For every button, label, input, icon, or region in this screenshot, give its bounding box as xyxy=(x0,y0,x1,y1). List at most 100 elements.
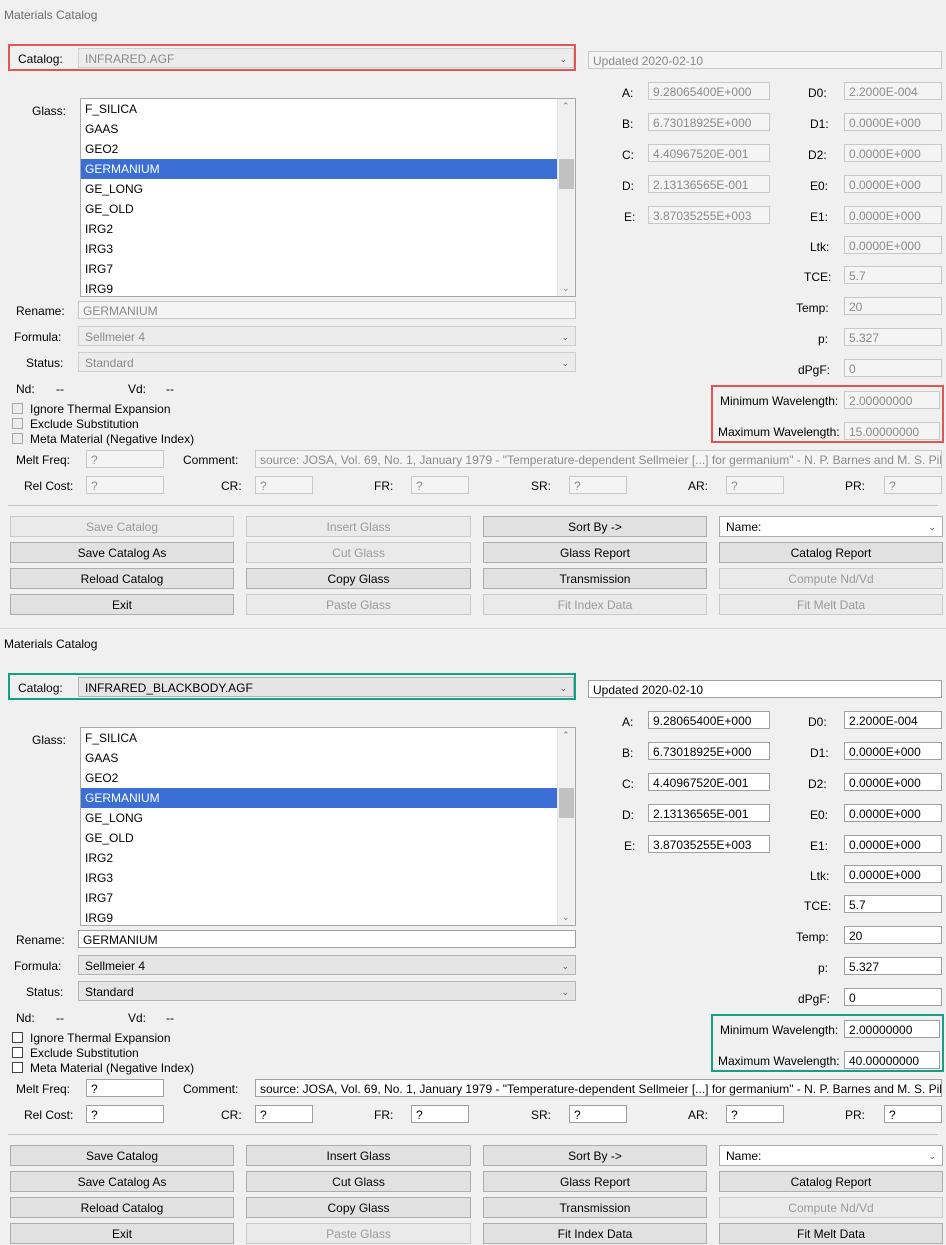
glass-list-item[interactable]: GEO2 xyxy=(81,139,575,159)
glass-list[interactable]: F_SILICA GAAS GEO2 GERMANIUM GE_LONG GE_OLD IR… xyxy=(80,98,576,297)
glass-report-button[interactable]: Glass Report xyxy=(483,1171,707,1192)
sort-by-button[interactable]: Sort By -> xyxy=(483,516,707,537)
e1-input[interactable]: 0.0000E+000 xyxy=(844,835,942,853)
ltk-input[interactable]: 0.0000E+000 xyxy=(844,236,942,254)
status-select[interactable]: Standard ⌄ xyxy=(78,981,576,1001)
glass-list-item[interactable]: GE_OLD xyxy=(81,199,575,219)
transmission-button[interactable]: Transmission xyxy=(483,568,707,589)
d1-input[interactable]: 0.0000E+000 xyxy=(844,113,942,131)
glass-list-scrollbar[interactable]: ⌃ ⌄ xyxy=(557,728,575,925)
fr-input[interactable]: ? xyxy=(411,476,469,494)
insert-glass-button[interactable]: Insert Glass xyxy=(246,516,471,537)
coef-b-input[interactable]: 6.73018925E+000 xyxy=(648,742,770,760)
catalog-report-button[interactable]: Catalog Report xyxy=(719,1171,943,1192)
compute-nd-vd-button[interactable]: Compute Nd/Vd xyxy=(719,1197,943,1218)
glass-list-item[interactable]: GERMANIUM xyxy=(81,159,575,179)
coef-d-input[interactable]: 2.13136565E-001 xyxy=(648,175,770,193)
glass-list-item[interactable]: GAAS xyxy=(81,119,575,139)
glass-list-item[interactable]: GAAS xyxy=(81,748,575,768)
d0-input[interactable]: 2.2000E-004 xyxy=(844,82,942,100)
melt-freq-input[interactable]: ? xyxy=(86,1079,164,1097)
exclude-substitution-checkbox[interactable] xyxy=(12,418,23,429)
pr-input[interactable]: ? xyxy=(884,476,942,494)
rename-input[interactable]: GERMANIUM xyxy=(78,930,576,948)
coef-c-input[interactable]: 4.40967520E-001 xyxy=(648,144,770,162)
scroll-down-icon[interactable]: ⌄ xyxy=(562,912,570,923)
exit-button[interactable]: Exit xyxy=(10,594,234,615)
paste-glass-button[interactable]: Paste Glass xyxy=(246,594,471,615)
coef-a-input[interactable]: 9.28065400E+000 xyxy=(648,711,770,729)
updated-field[interactable]: Updated 2020-02-10 xyxy=(588,51,942,69)
glass-list-item[interactable]: IRG3 xyxy=(81,868,575,888)
melt-freq-input[interactable]: ? xyxy=(86,450,164,468)
glass-list-item[interactable]: GEO2 xyxy=(81,768,575,788)
tce-input[interactable]: 5.7 xyxy=(844,895,942,913)
sr-input[interactable]: ? xyxy=(569,476,627,494)
fr-input[interactable]: ? xyxy=(411,1105,469,1123)
copy-glass-button[interactable]: Copy Glass xyxy=(246,568,471,589)
coef-e-input[interactable]: 3.87035255E+003 xyxy=(648,206,770,224)
ignore-thermal-checkbox[interactable] xyxy=(12,1032,23,1043)
glass-list-item[interactable]: F_SILICA xyxy=(81,728,575,748)
glass-list-item[interactable]: GE_LONG xyxy=(81,179,575,199)
pr-input[interactable]: ? xyxy=(884,1105,942,1123)
formula-select[interactable]: Sellmeier 4 ⌄ xyxy=(78,326,576,346)
glass-list-item[interactable]: GERMANIUM xyxy=(81,788,575,808)
exit-button[interactable]: Exit xyxy=(10,1223,234,1244)
ar-input[interactable]: ? xyxy=(726,476,784,494)
meta-material-checkbox[interactable] xyxy=(12,1062,23,1073)
glass-list-item[interactable]: IRG7 xyxy=(81,259,575,279)
fit-index-data-button[interactable]: Fit Index Data xyxy=(483,594,707,615)
insert-glass-button[interactable]: Insert Glass xyxy=(246,1145,471,1166)
fit-melt-data-button[interactable]: Fit Melt Data xyxy=(719,594,943,615)
coef-c-input[interactable]: 4.40967520E-001 xyxy=(648,773,770,791)
temp-input[interactable]: 20 xyxy=(844,297,942,315)
glass-list-item[interactable]: F_SILICA xyxy=(81,99,575,119)
fit-melt-data-button[interactable]: Fit Melt Data xyxy=(719,1223,943,1244)
scroll-down-icon[interactable]: ⌄ xyxy=(562,283,570,294)
glass-list-item[interactable]: IRG9 xyxy=(81,908,575,925)
save-catalog-as-button[interactable]: Save Catalog As xyxy=(10,542,234,563)
glass-list-scrollbar[interactable]: ⌃ ⌄ xyxy=(557,99,575,296)
sort-name-select[interactable]: Name: ⌄ xyxy=(719,516,943,537)
temp-input[interactable]: 20 xyxy=(844,926,942,944)
d1-input[interactable]: 0.0000E+000 xyxy=(844,742,942,760)
e1-input[interactable]: 0.0000E+000 xyxy=(844,206,942,224)
d2-input[interactable]: 0.0000E+000 xyxy=(844,773,942,791)
reload-catalog-button[interactable]: Reload Catalog xyxy=(10,568,234,589)
reload-catalog-button[interactable]: Reload Catalog xyxy=(10,1197,234,1218)
updated-field[interactable]: Updated 2020-02-10 xyxy=(588,680,942,698)
cut-glass-button[interactable]: Cut Glass xyxy=(246,542,471,563)
d0-input[interactable]: 2.2000E-004 xyxy=(844,711,942,729)
dpgf-input[interactable]: 0 xyxy=(844,359,942,377)
glass-report-button[interactable]: Glass Report xyxy=(483,542,707,563)
glass-list-item[interactable]: GE_OLD xyxy=(81,828,575,848)
d2-input[interactable]: 0.0000E+000 xyxy=(844,144,942,162)
comment-input[interactable]: source: JOSA, Vol. 69, No. 1, January 19… xyxy=(255,1079,942,1097)
formula-select[interactable]: Sellmeier 4 ⌄ xyxy=(78,955,576,975)
comment-input[interactable]: source: JOSA, Vol. 69, No. 1, January 19… xyxy=(255,450,942,468)
tce-input[interactable]: 5.7 xyxy=(844,266,942,284)
e0-input[interactable]: 0.0000E+000 xyxy=(844,175,942,193)
status-select[interactable]: Standard ⌄ xyxy=(78,352,576,372)
save-catalog-button[interactable]: Save Catalog xyxy=(10,1145,234,1166)
glass-list-item[interactable]: IRG2 xyxy=(81,219,575,239)
exclude-substitution-checkbox[interactable] xyxy=(12,1047,23,1058)
cut-glass-button[interactable]: Cut Glass xyxy=(246,1171,471,1192)
p-input[interactable]: 5.327 xyxy=(844,328,942,346)
save-catalog-button[interactable]: Save Catalog xyxy=(10,516,234,537)
e0-input[interactable]: 0.0000E+000 xyxy=(844,804,942,822)
sr-input[interactable]: ? xyxy=(569,1105,627,1123)
coef-b-input[interactable]: 6.73018925E+000 xyxy=(648,113,770,131)
coef-d-input[interactable]: 2.13136565E-001 xyxy=(648,804,770,822)
scroll-up-icon[interactable]: ⌃ xyxy=(562,730,570,741)
rel-cost-input[interactable]: ? xyxy=(86,1105,164,1123)
compute-nd-vd-button[interactable]: Compute Nd/Vd xyxy=(719,568,943,589)
glass-list-item[interactable]: IRG9 xyxy=(81,279,575,296)
rel-cost-input[interactable]: ? xyxy=(86,476,164,494)
rename-input[interactable]: GERMANIUM xyxy=(78,301,576,319)
ltk-input[interactable]: 0.0000E+000 xyxy=(844,865,942,883)
scroll-thumb[interactable] xyxy=(559,159,574,189)
fit-index-data-button[interactable]: Fit Index Data xyxy=(483,1223,707,1244)
p-input[interactable]: 5.327 xyxy=(844,957,942,975)
